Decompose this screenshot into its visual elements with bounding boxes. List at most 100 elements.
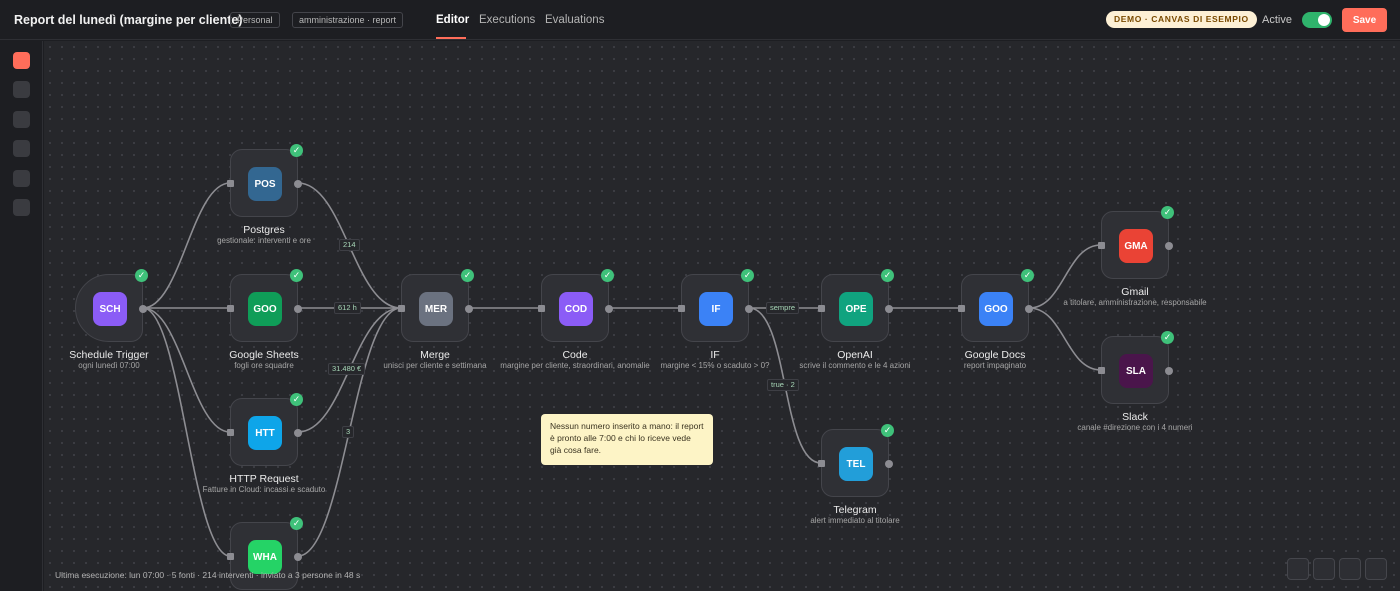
success-check-icon: ✓ [881,424,894,437]
input-port[interactable] [538,305,545,312]
node-subtitle: Fatture in Cloud: incassi e scaduto [202,485,326,494]
success-check-icon: ✓ [290,269,303,282]
send-icon: TEL [839,447,873,481]
globe-icon: HTT [248,416,282,450]
tab-editor[interactable]: Editor [436,14,469,26]
output-port[interactable] [294,305,302,313]
node-subtitle: report impaginato [963,361,1027,370]
tag-personal[interactable]: Personal [230,12,280,28]
zoom-in-icon[interactable] [1313,558,1335,580]
node-google-docs[interactable]: GOO ✓ [958,269,1034,342]
tab-evaluations[interactable]: Evaluations [545,14,604,26]
edge-label-always: sempre [766,302,800,314]
last-execution-status: Ultima esecuzione: lun 07:00 · 5 fonti ·… [55,570,361,580]
mail-icon: GMA [1119,229,1153,263]
input-port[interactable] [227,553,234,560]
input-port[interactable] [678,305,685,312]
active-toggle[interactable] [1302,12,1332,28]
success-check-icon: ✓ [290,517,303,530]
input-port[interactable] [1098,367,1105,374]
input-port[interactable] [398,305,405,312]
input-port[interactable] [1098,242,1105,249]
sidebar-variables-icon[interactable] [13,170,30,187]
node-label: Google Docs [964,349,1026,361]
zoom-out-icon[interactable] [1339,558,1361,580]
tab-executions[interactable]: Executions [479,14,535,26]
node-postgres[interactable]: POS ✓ [227,144,303,217]
output-port[interactable] [745,305,753,313]
success-check-icon: ✓ [1161,331,1174,344]
input-port[interactable] [227,429,234,436]
node-telegram[interactable]: TEL ✓ [818,424,894,497]
success-check-icon: ✓ [741,269,754,282]
tag-amministrazione[interactable]: amministrazione · report [292,12,404,28]
node-schedule-trigger[interactable]: SCH ✓ [75,269,148,342]
output-port[interactable] [1165,242,1173,250]
node-gmail[interactable]: GMA ✓ [1098,206,1174,279]
merge-icon: MER [419,292,453,326]
node-http-request[interactable]: HTT ✓ [227,393,303,466]
edge-label-whatsapp-items: 3 [342,426,355,438]
edge-schedule-http [142,307,231,433]
node-openai[interactable]: OPE ✓ [818,269,894,342]
output-port[interactable] [294,429,302,437]
code-icon: COD [559,292,593,326]
output-port[interactable] [465,305,473,313]
edge-label-true-branch: true · 2 [767,379,799,391]
input-port[interactable] [818,460,825,467]
edge-label-postgres-items: 214 [339,239,360,251]
demo-badge: DEMO · CANVAS DI ESEMPIO [1106,11,1257,28]
input-port[interactable] [227,180,234,187]
reset-zoom-icon[interactable] [1365,558,1387,580]
chat-icon: WHA [248,540,282,574]
edge-label-http-amount: 31.480 € [328,363,366,375]
node-label: Postgres [243,224,285,236]
node-subtitle: alert immediato al titolare [810,516,900,525]
sticky-note[interactable]: Nessun numero inserito a mano: il report… [541,414,713,465]
node-label: Telegram [833,504,877,516]
node-google-sheets[interactable]: GOO ✓ [227,269,303,342]
node-label: Google Sheets [229,349,299,361]
doc-icon: GOO [979,292,1013,326]
sidebar-overview-icon[interactable] [13,81,30,98]
edge-schedule-whatsapp [142,307,231,557]
output-port[interactable] [139,305,147,313]
output-port[interactable] [294,180,302,188]
node-if[interactable]: IF ✓ [678,269,754,342]
sidebar-credentials-icon[interactable] [13,140,30,157]
active-label: Active [1262,14,1292,26]
workflow-canvas[interactable]: SCH ✓ Schedule Trigger ogni lunedì 07:00… [44,41,1400,591]
output-port[interactable] [1165,367,1173,375]
success-check-icon: ✓ [1161,206,1174,219]
node-label: Slack [1122,411,1148,423]
workflow-title[interactable]: Report del lunedì (margine per cliente) [14,13,243,27]
node-subtitle: canale #direzione con i 4 numeri [1077,423,1193,432]
sidebar-templates-icon[interactable] [13,111,30,128]
node-label: HTTP Request [229,473,299,485]
success-check-icon: ✓ [601,269,614,282]
input-port[interactable] [227,305,234,312]
output-port[interactable] [605,305,613,313]
sheet-icon: GOO [248,292,282,326]
slack-icon: SLA [1119,354,1153,388]
node-label: Gmail [1121,286,1149,298]
top-bar: Report del lunedì (margine per cliente) … [0,0,1400,40]
node-subtitle: a titolare, amministrazione, responsabil… [1063,298,1207,307]
clock-icon: SCH [93,292,127,326]
success-check-icon: ✓ [135,269,148,282]
input-port[interactable] [958,305,965,312]
node-slack[interactable]: SLA ✓ [1098,331,1174,404]
output-port[interactable] [294,553,302,561]
input-port[interactable] [818,305,825,312]
node-merge[interactable]: MER ✓ [398,269,474,342]
sidebar-logo-icon[interactable] [13,52,30,69]
success-check-icon: ✓ [461,269,474,282]
zoom-to-fit-icon[interactable] [1287,558,1309,580]
node-code[interactable]: COD ✓ [538,269,614,342]
output-port[interactable] [885,305,893,313]
save-button[interactable]: Save [1342,8,1387,32]
success-check-icon: ✓ [881,269,894,282]
active-tab-indicator [436,37,466,39]
output-port[interactable] [885,460,893,468]
sidebar-help-icon[interactable] [13,199,30,216]
